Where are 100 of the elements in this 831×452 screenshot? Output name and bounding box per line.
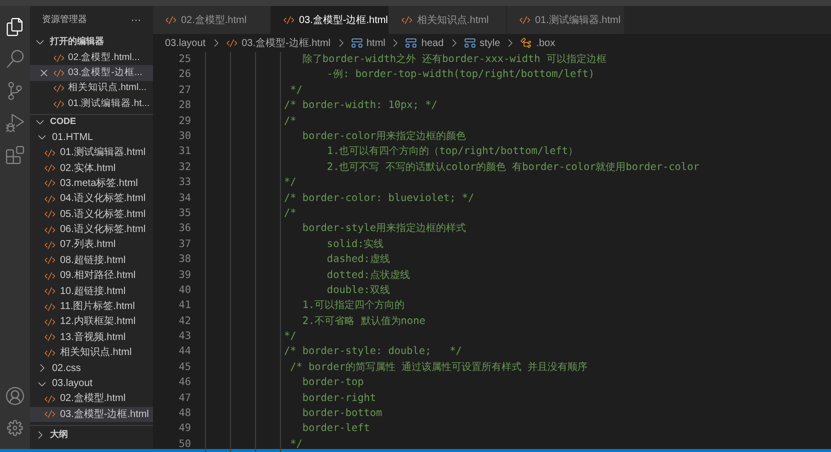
line-number: 28 [178,99,191,114]
html-file-icon [53,67,65,80]
line-number: 46 [178,376,191,390]
line-number: 48 [178,407,191,422]
open-editor-item[interactable]: 02.盒模型.html... [30,50,153,66]
code-line: 2.不可省略 默认值为none [301,314,426,329]
open-editor-item[interactable]: 01.测试编辑器.ht... [30,96,153,112]
line-number: 29 [178,114,191,129]
code-line: */ [283,176,296,190]
line-number: 43 [178,330,191,344]
file-item[interactable]: 02.实体.html [30,160,153,176]
file-item[interactable]: 03.meta标签.html [30,176,153,192]
line-number: 42 [178,314,191,329]
file-item[interactable]: 08.超链接.html [30,252,153,268]
file-item[interactable]: 02.盒模型.html [30,391,153,407]
html-file-icon [44,300,56,313]
folder-item[interactable]: 03.layout [30,376,153,392]
html-file-icon [44,146,56,159]
html-file-icon [44,238,56,251]
code-line: 除了border-width之外 还有border-xxx-width 可以指定边框 [301,52,606,68]
file-item[interactable]: 13.音视频.html [30,330,153,346]
code-line: */ [289,84,302,98]
code-line: border-right [301,392,376,406]
html-file-icon [226,37,238,49]
html-file-icon [44,285,56,298]
breadcrumb-item[interactable]: head [421,36,444,50]
code-line: 1.可以指定四个方向的 [301,298,405,314]
open-editor-item[interactable]: 03.盒模型-边框... [30,65,153,81]
file-item[interactable]: 09.相对路径.html [30,268,153,284]
line-number: 40 [178,284,191,298]
editor-tab[interactable]: 03.盒模型-边框.html [271,6,389,34]
html-file-icon [44,331,56,344]
breadcrumb-item[interactable]: .box [536,36,556,50]
file-item[interactable]: 12.内联框架.html [30,314,153,330]
file-item[interactable]: 11.图片标签.html [30,298,153,314]
debug-icon[interactable] [6,114,24,132]
breadcrumb-item[interactable]: html [366,36,386,50]
editor-tab[interactable]: 01.测试编辑器.html [507,6,625,34]
settings-icon[interactable] [6,419,24,437]
line-number: 45 [178,360,191,375]
breadcrumb-item[interactable]: style [480,36,500,50]
line-number: 39 [178,268,191,283]
html-file-icon [283,14,295,26]
branch-icon[interactable] [6,82,24,100]
editor-tab[interactable]: 相关知识点.html [389,6,507,34]
code-line: border-left [301,422,370,436]
line-number: 35 [178,206,191,221]
cube-icon [464,37,476,49]
search-icon[interactable] [6,50,24,68]
line-number: 31 [178,145,191,160]
file-item[interactable]: 03.盒模型-边框.html [30,406,153,422]
more-actions[interactable]: ··· [131,12,141,28]
line-number: 25 [178,53,191,68]
code-line: /* [283,114,296,129]
html-file-icon [44,208,56,220]
folder-item[interactable]: 01.HTML [30,130,153,145]
section-header[interactable]: 打开的编辑器 [30,34,153,50]
html-file-icon [53,98,65,110]
open-editor-item[interactable]: 相关知识点.html... [30,80,153,96]
line-number: 36 [178,222,191,236]
line-number: 49 [178,422,191,436]
line-number: 37 [178,238,191,252]
html-file-icon [44,162,56,174]
file-item[interactable]: 07.列表.html [30,237,153,253]
code-line: /* border-width: 10px; */ [283,99,438,114]
file-item[interactable]: 相关知识点.html [30,345,153,360]
account-icon[interactable] [6,387,24,405]
files-icon[interactable] [6,18,24,36]
html-file-icon [165,14,177,26]
file-item[interactable]: 05.语义化标签.html [30,206,153,222]
file-item[interactable]: 04.语义化标签.html [30,191,153,207]
file-item[interactable]: 01.测试编辑器.html [30,144,153,160]
section-header[interactable]: 大纲 [30,425,153,443]
code-line: /* border-style: double; */ [283,345,462,360]
folder-item[interactable]: 02.css [30,360,153,376]
section-header[interactable]: CODE [30,114,153,130]
code-line: 2.也可不写 不写的话默认color的颜色 有border-color就使用border-color [326,160,700,175]
code-line: */ [289,438,302,452]
code-line: border-bottom [301,407,382,422]
line-number: 47 [178,392,191,406]
extensions-icon[interactable] [6,146,24,164]
line-number: 26 [178,68,191,82]
code-line: */ [283,330,296,344]
line-number: 32 [178,160,191,175]
html-file-icon [53,52,65,64]
code-line: dashed:虚线 [326,252,390,268]
html-file-icon [53,82,65,94]
editor-tab[interactable]: 02.盒模型.html [153,6,271,34]
line-number: 44 [178,345,191,360]
breadcrumb-item[interactable]: 03.layout [165,36,206,50]
file-item[interactable]: 10.超链接.html [30,283,153,299]
line-number: 41 [178,299,191,314]
html-file-icon [44,270,56,282]
breadcrumb-item[interactable]: 03.盒模型-边框.html [242,36,330,50]
line-number: 38 [178,253,191,268]
file-item[interactable]: 06.语义化标签.html [30,222,153,238]
code-line: border-color用来指定边框的颜色 [301,130,466,144]
code-line: solid:实线 [326,238,384,252]
html-file-icon [44,392,56,405]
line-number: 30 [178,130,191,144]
